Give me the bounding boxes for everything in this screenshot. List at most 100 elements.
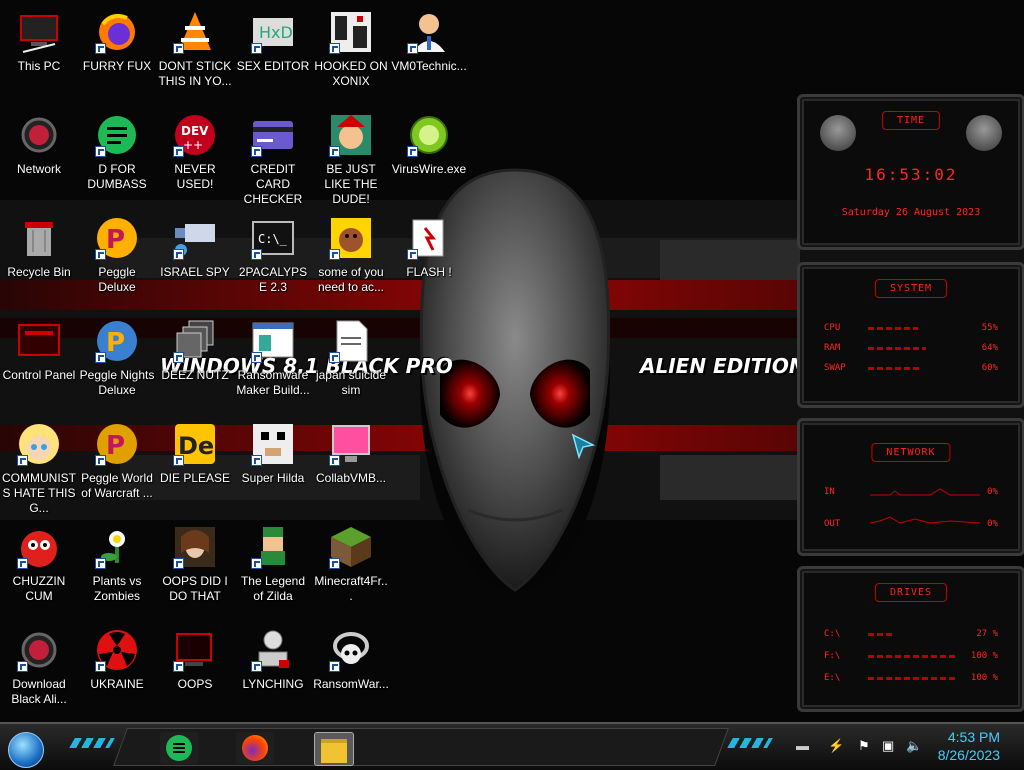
volume-icon[interactable]: 🔈 [906, 738, 922, 754]
shortcut-arrow-icon [251, 146, 262, 157]
gadget-row: SWAP 60% [824, 363, 998, 373]
system-gadget[interactable]: SYSTEM CPU 55% RAM 64% SWAP 60% [797, 262, 1024, 408]
desktop-icon[interactable]: BE JUST LIKE THE DUDE! [312, 105, 390, 206]
desktop-icon[interactable]: OOPS DID I DO THAT [156, 517, 234, 615]
desktop-icon[interactable]: C:\_ 2PACALYPSE 2.3 [234, 208, 312, 306]
gadget-usage-bar [868, 655, 958, 658]
drives-gadget[interactable]: DRIVES C:\ 27 % F:\ 100 % E:\ 100 % [797, 566, 1024, 712]
desktop-icon-label: UKRAINE [90, 677, 144, 691]
desktop-icon[interactable]: P Peggle Nights Deluxe [78, 311, 156, 409]
shortcut-arrow-icon [173, 249, 184, 260]
desktop-icon[interactable]: japan suicide sim [312, 311, 390, 409]
desktop-icon[interactable]: ISRAEL SPY [156, 208, 234, 306]
decor-chevrons [727, 738, 773, 748]
desktop-icon[interactable]: Control Panel [0, 311, 78, 409]
shortcut-arrow-icon [17, 455, 28, 466]
desktop-icon-label: Minecraft4Fr... [314, 574, 388, 603]
desktop-icon[interactable]: This PC [0, 2, 78, 100]
shortcut-arrow-icon [407, 146, 418, 157]
desktop-icon[interactable]: RansomWar... [312, 620, 390, 718]
triangle-tray-icon[interactable]: ▬ [796, 738, 809, 753]
window-builder-icon [249, 317, 297, 365]
desktop-icon[interactable]: DEEZ NUTZ [156, 311, 234, 409]
desktop-icon[interactable]: Plants vs Zombies [78, 517, 156, 615]
desktop-icon[interactable]: some of you need to ac... [312, 208, 390, 306]
shortcut-arrow-icon [95, 558, 106, 569]
desktop-icon-label: DEEZ NUTZ [161, 368, 229, 382]
devcpp-icon: DEV ++ [171, 111, 219, 159]
desktop-icon-label: FLASH ! [406, 265, 452, 279]
desktop-icon[interactable]: P Peggle Deluxe [78, 208, 156, 306]
desktop-icon[interactable]: DONT STICK THIS IN YO... [156, 2, 234, 100]
taskbar-explorer-button[interactable] [314, 732, 354, 766]
desktop-icon[interactable]: Minecraft4Fr... [312, 517, 390, 615]
vlc-cone-icon [171, 8, 219, 56]
desktop-icon[interactable]: The Legend of Zilda [234, 517, 312, 615]
network-gadget[interactable]: NETWORK IN 0% OUT 0% [797, 418, 1024, 556]
alien-logo-icon [820, 115, 856, 151]
desktop-icon[interactable]: Super Hilda [234, 414, 312, 512]
gadget-header: DRIVES [874, 583, 948, 602]
desktop-icon[interactable]: CollabVMB... [312, 414, 390, 512]
taskbar-time: 4:53 PM [947, 729, 1000, 745]
credit-card-icon [249, 111, 297, 159]
taskbar-date: 8/26/2023 [937, 747, 1000, 763]
network-hub-icon [249, 626, 297, 674]
desktop-icon-label: 2PACALYPSE 2.3 [238, 265, 308, 294]
desktop-icon-label: RansomWar... [313, 677, 389, 691]
time-gadget[interactable]: TIME 16:53:02 Saturday 26 August 2023 [797, 94, 1024, 250]
gadget-row-label: E:\ [824, 673, 841, 683]
lime-icon [405, 111, 453, 159]
desktop-icon[interactable]: FLASH ! [390, 208, 468, 306]
desktop-icon[interactable]: CHUZZIN CUM [0, 517, 78, 615]
gadget-row: OUT 0% [824, 519, 998, 529]
desktop-icon[interactable]: DEV ++ NEVER USED! [156, 105, 234, 203]
terminal-icon: C:\_ [249, 214, 297, 262]
desktop-icon-label: Peggle Deluxe [98, 265, 136, 294]
start-button[interactable] [8, 732, 44, 768]
desktop-icon[interactable]: HOOKED ON XONIX [312, 2, 390, 100]
desktop-icon[interactable]: HxD SEX EDITOR [234, 2, 312, 100]
shortcut-arrow-icon [407, 249, 418, 260]
desktop-icon[interactable]: LYNCHING [234, 620, 312, 718]
desktop-icon-label: Peggle Nights Deluxe [79, 368, 155, 397]
desktop-icon[interactable]: D FOR DUMBASS [78, 105, 156, 203]
doctor-avatar-icon [405, 8, 453, 56]
gadget-header: TIME [881, 111, 941, 130]
taskbar-clock[interactable]: 4:53 PM 8/26/2023 [938, 728, 1000, 764]
network-status-icon[interactable]: ▣ [882, 738, 894, 754]
flag-icon[interactable]: ⚑ [858, 738, 870, 754]
shortcut-arrow-icon [173, 455, 184, 466]
desktop-icon[interactable]: De DIE PLEASE [156, 414, 234, 512]
gadget-row: C:\ 27 % [824, 629, 998, 639]
desktop-icon[interactable]: Recycle Bin [0, 208, 78, 306]
desktop-icon[interactable]: COMMUNISTS HATE THIS G... [0, 414, 78, 515]
desktop-icon[interactable]: CREDIT CARD CHECKER [234, 105, 312, 206]
desktop-icon[interactable]: VM0Technic... [390, 2, 468, 100]
desktop-icon-label: COMMUNISTS HATE THIS G... [2, 471, 76, 515]
desktop-icon[interactable]: OOPS [156, 620, 234, 718]
gadget-usage-bar [868, 367, 922, 370]
desktop-icon[interactable]: Download Black Ali... [0, 620, 78, 718]
desktop-icon-label: CHUZZIN CUM [12, 574, 66, 603]
desktop-icon-label: Ransomware Maker Build... [236, 368, 310, 397]
taskbar-chat-app-button[interactable] [160, 732, 198, 764]
desktop-icon[interactable]: VirusWire.exe [390, 105, 468, 203]
desktop-icon-label: Download Black Ali... [11, 677, 67, 706]
taskbar-firefox-button[interactable] [236, 732, 274, 764]
desktop-icon[interactable]: Network [0, 105, 78, 203]
shortcut-arrow-icon [329, 558, 340, 569]
desktop-icon-label: Peggle World of Warcraft ... [81, 471, 153, 500]
chuzzle-icon [15, 523, 63, 571]
desktop-icon[interactable]: P Peggle World of Warcraft ... [78, 414, 156, 512]
gadget-header: NETWORK [871, 443, 951, 462]
gadget-row-label: CPU [824, 323, 841, 333]
desktop-icon[interactable]: FURRY FUX [78, 2, 156, 100]
shortcut-arrow-icon [95, 455, 106, 466]
desktop-icon[interactable]: UKRAINE [78, 620, 156, 718]
shortcut-arrow-icon [95, 43, 106, 54]
language-icon[interactable]: ⚡ [828, 738, 844, 754]
desktop-icon-label: ISRAEL SPY [160, 265, 230, 279]
desktop-icon[interactable]: Ransomware Maker Build... [234, 311, 312, 409]
svg-text:++: ++ [183, 138, 203, 152]
